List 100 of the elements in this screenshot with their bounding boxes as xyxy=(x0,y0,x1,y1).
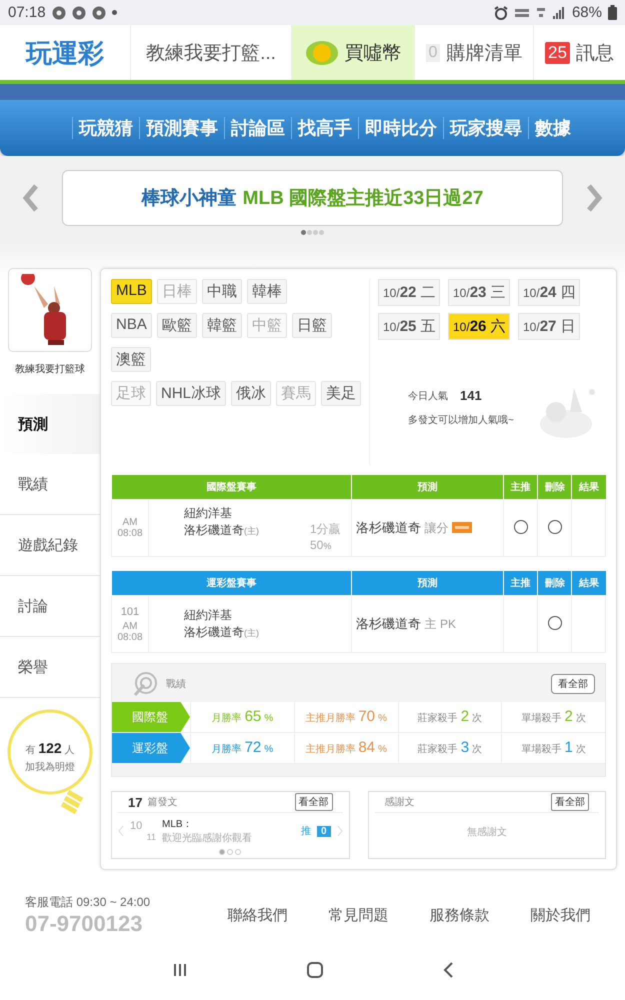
column-header: 刪除 xyxy=(538,475,572,500)
pick-team: 洛杉磯道奇 xyxy=(356,520,421,535)
logo[interactable]: 玩運彩 xyxy=(22,36,108,70)
sport-tab[interactable]: 日籃 xyxy=(292,313,332,338)
column-header: 主推 xyxy=(504,571,538,596)
banner-author: 棒球小神童 xyxy=(142,186,237,211)
push-label: 推 xyxy=(300,825,311,838)
footer-link[interactable]: 聯絡我們 xyxy=(207,906,308,924)
sport-tab[interactable]: 澳籃 xyxy=(111,347,151,372)
stat-value: 72 xyxy=(244,739,262,756)
fans-suffix: 人 xyxy=(64,744,75,757)
pick-team: 洛杉磯道奇 xyxy=(356,616,421,631)
sport-tab[interactable]: NBA xyxy=(111,313,152,338)
banner-text: MLB 國際盤主推近33日過27 xyxy=(242,186,484,211)
post-title[interactable]: MLB： xyxy=(162,817,295,831)
status-time: 07:18 xyxy=(8,4,46,21)
home-mark: (主) xyxy=(244,526,259,536)
stat-value: 3 xyxy=(460,739,470,756)
popularity-label: 今日人氣 xyxy=(408,390,448,402)
stat-label: 單場殺手 xyxy=(521,712,562,725)
sport-tab[interactable]: 韓籃 xyxy=(202,313,242,338)
record-type-label: 國際盤 xyxy=(112,702,190,732)
away-team: 紐約洋基 xyxy=(184,607,233,624)
stat-value: 2 xyxy=(460,708,470,725)
stat-label: 莊家殺手 xyxy=(418,742,458,756)
column-header: 刪除 xyxy=(538,571,572,596)
column-header: 運彩盤賽事 xyxy=(112,571,352,596)
stat-label: 莊家殺手 xyxy=(418,712,458,725)
sport-tab[interactable]: 歐籃 xyxy=(156,313,197,338)
post-count: 17 xyxy=(128,794,142,810)
stat-value: 84 xyxy=(358,739,376,756)
fans-caption: 加我為明燈 xyxy=(25,760,75,774)
post-text: 歡迎光臨感謝你觀看 xyxy=(162,832,253,845)
nav-link[interactable]: 玩家搜尋 xyxy=(448,116,524,140)
message-link[interactable]: 25 訊息 xyxy=(534,25,625,80)
battery-percent: 68% xyxy=(572,4,602,21)
buy-coin-link[interactable]: 買噓幣 xyxy=(292,25,415,80)
banner[interactable]: 棒球小神童 MLB 國際盤主推近33日過27 xyxy=(62,170,563,226)
column-header: 主推 xyxy=(504,475,538,500)
date-tab[interactable]: 10/23 三 xyxy=(448,279,510,306)
stat-unit: 次 xyxy=(472,712,482,725)
stat-unit: 次 xyxy=(576,743,586,756)
date-tab[interactable]: 10/27 日 xyxy=(518,313,580,340)
pick-type: 主 PK xyxy=(424,617,456,631)
nav-link[interactable]: 數據 xyxy=(533,116,573,140)
sport-tab[interactable]: 中職 xyxy=(202,279,242,304)
view-all-button[interactable]: 看全部 xyxy=(551,674,595,694)
date-tab[interactable]: 10/26 六 xyxy=(448,313,510,340)
date-tab[interactable]: 10/25 五 xyxy=(378,313,440,340)
view-all-button[interactable]: 看全部 xyxy=(551,793,589,811)
nav-link[interactable]: 玩競猜 xyxy=(77,116,135,140)
sport-tab[interactable]: 韓棒 xyxy=(246,279,287,304)
column-header: 結果 xyxy=(572,475,606,500)
date-tab[interactable]: 10/22 二 xyxy=(378,279,440,306)
date-tab[interactable]: 10/24 四 xyxy=(518,279,580,306)
post-month: 10 xyxy=(130,820,144,832)
stat-value: 70 xyxy=(358,708,376,725)
footer-link[interactable]: 服務條款 xyxy=(409,906,510,924)
record-title: 戰績 xyxy=(166,678,186,691)
nav-link[interactable]: 即時比分 xyxy=(363,116,439,140)
view-all-button[interactable]: 看全部 xyxy=(294,793,332,811)
odds-percent: 50 xyxy=(310,538,324,552)
game-number: 101 xyxy=(120,606,140,618)
away-team: 紐約洋基 xyxy=(184,504,233,522)
post-day: 11 xyxy=(146,832,156,842)
stat-label: 月勝率 xyxy=(212,712,242,725)
stat-unit: % xyxy=(378,713,387,724)
footer-link[interactable]: 常見問題 xyxy=(308,906,409,924)
nav-link[interactable]: 討論區 xyxy=(229,116,287,140)
stat-value: 1 xyxy=(564,739,573,756)
thanks-title: 感謝文 xyxy=(384,796,414,809)
fans-count: 122 xyxy=(38,740,62,756)
stat-unit: 次 xyxy=(576,712,586,725)
stat-label: 單場殺手 xyxy=(521,742,562,756)
message-label[interactable]: 訊息 xyxy=(576,40,614,66)
empty-message: 無感謝文 xyxy=(466,826,508,839)
record-type-label: 運彩盤 xyxy=(112,733,190,763)
footer-link[interactable]: 關於我們 xyxy=(510,906,611,924)
stat-unit: 次 xyxy=(472,743,482,756)
popularity-hint: 多發文可以增加人氣哦~ xyxy=(408,414,515,427)
sport-tab[interactable]: NHL冰球 xyxy=(156,381,226,406)
popularity-value: 141 xyxy=(460,388,482,403)
stat-label: 月勝率 xyxy=(212,742,242,756)
game-time: AM 08:08 xyxy=(116,620,144,642)
odds-text: 1分贏 xyxy=(310,520,342,538)
column-header: 預測 xyxy=(352,475,504,500)
sport-tab[interactable]: MLB xyxy=(111,279,152,304)
nav-link[interactable]: 預測賽事 xyxy=(144,116,220,140)
column-header: 預測 xyxy=(352,571,504,596)
phone-number: 07-9700123 xyxy=(25,910,144,936)
stat-label: 主推月勝率 xyxy=(305,742,356,756)
game-time: AM 08:08 xyxy=(116,517,144,539)
stat-value: 65 xyxy=(244,708,262,725)
column-header: 國際盤賽事 xyxy=(112,475,352,500)
home-team: 洛杉磯道奇 xyxy=(184,522,244,536)
stat-unit: % xyxy=(264,713,274,724)
cart-label[interactable]: 購牌清單 xyxy=(446,40,522,66)
sport-tab[interactable]: 俄冰 xyxy=(231,381,272,406)
sport-tab[interactable]: 美足 xyxy=(321,381,362,406)
nav-link[interactable]: 找高手 xyxy=(296,116,354,140)
